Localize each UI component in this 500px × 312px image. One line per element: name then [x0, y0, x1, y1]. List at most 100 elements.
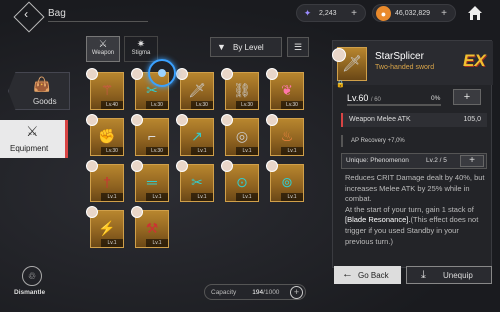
equipment-slot[interactable]: ❦ Lv.30 [266, 68, 304, 110]
equipped-character-avatar [332, 48, 346, 62]
chain-icon: ⛓ [233, 81, 251, 98]
equipment-slot[interactable]: ✂ Lv.1 [176, 160, 214, 202]
equipment-slot[interactable]: ⚚ Lv.40 [86, 68, 124, 110]
dismantle-button[interactable]: ♲ [22, 266, 42, 286]
equipment-slot[interactable]: ↗ Lv.1 [176, 114, 214, 156]
equipped-character-avatar [221, 114, 233, 126]
item-level-max: / 60 [370, 97, 381, 103]
equipment-slot[interactable]: ◎ Lv.1 [221, 114, 259, 156]
equipment-level: Lv.30 [101, 147, 123, 155]
equipment-slot[interactable]: ⛓ Lv.30 [221, 68, 259, 110]
sort-dropdown[interactable]: ▼ By Level [210, 37, 282, 57]
tab-weapon[interactable]: ⚔ Weapon [86, 36, 120, 62]
equipment-slot[interactable]: ⊙ Lv.1 [221, 160, 259, 202]
unique-skill-bar: Unique: Phenomenon Lv.2 / 5 + [341, 153, 487, 169]
equipped-character-avatar [131, 160, 143, 172]
equipment-slot[interactable]: † Lv.1 [86, 160, 124, 202]
detail-header: 🗡 🔒 StarSplicer Two-handed sword EX [332, 41, 493, 88]
sort-label: By Level [233, 42, 264, 52]
equipment-slot[interactable]: ⌐ Lv.30 [131, 114, 169, 156]
expand-capacity-button[interactable]: + [290, 286, 303, 299]
equipped-character-avatar [221, 68, 233, 80]
equipped-character-avatar [221, 160, 233, 172]
equipped-character-avatar [176, 160, 188, 172]
equipped-character-avatar [176, 114, 188, 126]
selection-cursor [148, 59, 176, 87]
equipment-level: Lv.30 [146, 101, 168, 109]
axe-icon: ⚒ [145, 219, 159, 236]
equipment-level: Lv.1 [101, 239, 123, 247]
dismantle-label: Dismantle [14, 289, 46, 296]
equipment-level: Lv.1 [281, 147, 303, 155]
equipped-character-avatar [131, 114, 143, 126]
tab-stigma[interactable]: ✷ Stigma [124, 36, 158, 62]
recycle-icon: ♲ [27, 270, 37, 281]
main-stat: Weapon Melee ATK 105,0 [341, 113, 487, 127]
equipped-character-avatar [266, 160, 278, 172]
equipment-slot[interactable]: ⚒ Lv.1 [131, 206, 169, 248]
rifle-icon: ═ [147, 174, 157, 190]
equipment-level: Lv.1 [101, 193, 123, 201]
go-back-button[interactable]: ← Go Back [334, 266, 401, 284]
capacity-bar: Capacity 194 /1000 + [204, 284, 306, 300]
equipment-level: Lv.30 [236, 101, 258, 109]
unique-skill-description: Reduces CRIT Damage dealt by 40%, but in… [345, 173, 487, 247]
unique-skill-label: Unique: Phenomenon [346, 157, 409, 164]
desc-line-2a: At the start of your turn, gain 1 stack … [345, 204, 474, 214]
flame-icon: ♨ [280, 127, 294, 144]
item-level-value: Lv.60 [347, 93, 369, 103]
home-icon[interactable] [466, 4, 484, 22]
nav-goods-label: Goods [33, 97, 57, 106]
arrow-left-icon: ← [342, 268, 353, 280]
equipment-slot[interactable]: 🗡 Lv.30 [176, 68, 214, 110]
butterfly-icon: ✦ [303, 8, 312, 18]
rank-badge: EX [463, 51, 486, 70]
back-button[interactable]: ‹ [13, 1, 45, 33]
add-butterfly-button[interactable]: + [351, 8, 357, 19]
top-bar: ‹ Bag ✦ 2,243 + ● 46,032,829 + [0, 0, 500, 33]
capacity-total: /1000 [263, 288, 280, 296]
item-type: Two-handed sword [375, 64, 435, 71]
sword-icon: 🗡 [188, 81, 206, 98]
spear-icon: ↗ [191, 127, 203, 144]
sort-order-icon: ☰ [293, 42, 303, 52]
weapon-icon: ⚔ [26, 123, 39, 139]
equipped-character-avatar [86, 114, 98, 126]
staff-icon: ⚚ [100, 81, 114, 98]
coin-icon: ● [376, 6, 391, 21]
capacity-current: 194 [252, 288, 264, 296]
sort-order-button[interactable]: ☰ [287, 37, 309, 57]
ring-blade-icon: ◎ [235, 127, 249, 144]
go-back-label: Go Back [358, 270, 389, 280]
equipment-slot[interactable]: ⚡ Lv.1 [86, 206, 124, 248]
equipment-slot[interactable]: ═ Lv.1 [131, 160, 169, 202]
unequip-icon: ⤓ [421, 269, 426, 281]
main-stat-label: Weapon Melee ATK [349, 116, 411, 123]
equipment-level: Lv.1 [191, 193, 213, 201]
level-up-button[interactable]: + [453, 89, 481, 105]
add-coin-button[interactable]: + [441, 8, 447, 19]
equipment-level: Lv.30 [281, 101, 303, 109]
equipment-grid: ⚚ Lv.40 ✂ Lv.30 🗡 Lv.30 ⛓ Lv.30 ❦ Lv.30 ✊ Lv.30 ⌐ Lv.… [86, 66, 310, 276]
nav-goods[interactable]: 👜 Goods [8, 72, 70, 110]
equipment-slot[interactable]: ✊ Lv.30 [86, 114, 124, 156]
tab-weapon-label: Weapon [91, 50, 115, 56]
nav-equipment[interactable]: ⚔ Equipment [0, 120, 68, 158]
equipped-character-avatar [86, 206, 98, 218]
equipment-level: Lv.1 [236, 193, 258, 201]
lock-icon[interactable]: 🔒 [336, 80, 345, 88]
dagger-icon: † [103, 174, 111, 190]
equipment-level: Lv.40 [101, 101, 123, 109]
unequip-button[interactable]: ⤓ Unequip [406, 266, 492, 284]
equipment-slot[interactable]: ⊚ Lv.1 [266, 160, 304, 202]
equipped-character-avatar [131, 206, 143, 218]
equipment-level: Lv.30 [146, 147, 168, 155]
equipped-character-avatar [86, 68, 98, 80]
equipped-character-avatar [266, 68, 278, 80]
title-divider [48, 21, 148, 22]
equipment-slot[interactable]: ♨ Lv.1 [266, 114, 304, 156]
equipped-character-avatar [266, 114, 278, 126]
cannon-icon: ⊚ [281, 173, 293, 190]
upgrade-unique-button[interactable]: + [460, 155, 484, 167]
equipped-character-avatar [176, 68, 188, 80]
